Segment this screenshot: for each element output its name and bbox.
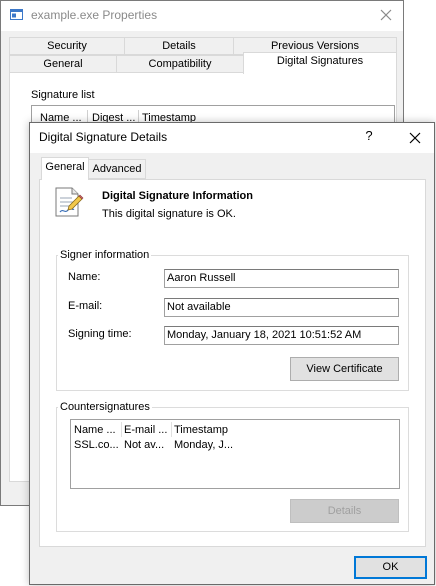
signature-list-label: Signature list [31, 89, 95, 101]
properties-window-title: example.exe Properties [31, 8, 158, 22]
tab-compatibility-label: Compatibility [148, 58, 212, 70]
signer-email-field[interactable]: Not available [164, 298, 399, 317]
countersig-row-timestamp[interactable]: Monday, J... [174, 439, 233, 451]
tab-digital-signatures[interactable]: Digital Signatures [243, 52, 397, 74]
digital-signature-details-dialog: Digital Signature Details ? General Adva… [29, 122, 435, 585]
tab-general[interactable]: General [9, 55, 117, 73]
column-divider [121, 422, 122, 437]
view-certificate-button[interactable]: View Certificate [290, 357, 399, 381]
help-button[interactable]: ? [362, 128, 376, 143]
tab-general[interactable]: General [41, 157, 89, 180]
tab-previous-versions-label: Previous Versions [270, 40, 360, 52]
tab-advanced-label: Advanced [92, 163, 142, 175]
countersignatures-label: Countersignatures [58, 401, 152, 413]
close-icon[interactable] [404, 127, 426, 149]
countersig-row-name[interactable]: SSL.co... [74, 439, 119, 451]
signer-name-value: Aaron Russell [167, 272, 236, 284]
signer-information-label: Signer information [58, 249, 152, 261]
name-label: Name: [68, 271, 101, 283]
countersignatures-list[interactable]: Name ... E-mail ... Timestamp SSL.co... … [70, 419, 400, 489]
countersig-column-email[interactable]: E-mail ... [124, 424, 167, 436]
signing-time-label: Signing time: [68, 328, 132, 340]
tab-security-label: Security [47, 40, 87, 52]
countersig-column-name[interactable]: Name ... [74, 424, 116, 436]
signing-time-value: Monday, January 18, 2021 10:51:52 AM [167, 329, 362, 341]
dialog-title: Digital Signature Details [39, 130, 168, 144]
tab-details-label: Details [162, 40, 196, 52]
properties-titlebar: example.exe Properties [1, 1, 403, 31]
signer-name-field[interactable]: Aaron Russell [164, 269, 399, 288]
tab-security[interactable]: Security [9, 37, 125, 55]
email-label: E-mail: [68, 300, 103, 312]
countersig-column-timestamp[interactable]: Timestamp [174, 424, 228, 436]
signed-document-icon [52, 186, 84, 218]
signing-time-field[interactable]: Monday, January 18, 2021 10:51:52 AM [164, 326, 399, 345]
tab-digital-signatures-label: Digital Signatures [276, 55, 364, 67]
application-window-icon [10, 9, 23, 20]
signature-status-text: This digital signature is OK. [102, 208, 236, 220]
close-icon[interactable] [375, 5, 397, 25]
details-button[interactable]: Details [290, 499, 399, 523]
dialog-titlebar: Digital Signature Details ? [30, 123, 434, 153]
tab-details[interactable]: Details [124, 37, 234, 55]
tab-advanced[interactable]: Advanced [88, 159, 146, 179]
signature-info-title: Digital Signature Information [102, 190, 253, 202]
tab-compatibility[interactable]: Compatibility [116, 55, 244, 73]
column-divider [171, 422, 172, 437]
ok-button[interactable]: OK [354, 556, 427, 579]
countersig-row-email[interactable]: Not av... [124, 439, 164, 451]
tab-general-label: General [45, 161, 85, 173]
tab-general-label: General [43, 58, 83, 70]
signer-email-value: Not available [167, 301, 231, 313]
